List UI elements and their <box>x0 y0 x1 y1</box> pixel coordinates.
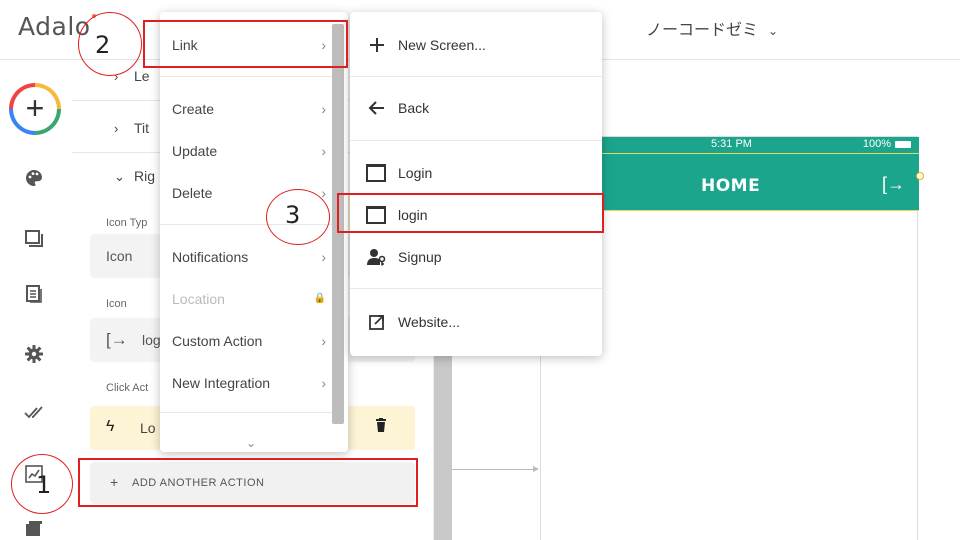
icon-label: Icon <box>106 298 127 310</box>
lightning-icon: ϟ <box>106 418 115 435</box>
database-icon[interactable] <box>24 284 44 304</box>
lock-icon: 🔒 <box>313 293 326 304</box>
icon-value: log <box>142 332 161 348</box>
project-selector[interactable]: ノーコードゼミ ⌄ <box>646 16 778 40</box>
menu-item-new-screen[interactable]: New Screen... <box>366 34 596 56</box>
battery-percent: 100% <box>862 138 891 150</box>
menu-item-create[interactable]: Create › <box>172 101 334 117</box>
screen-icon <box>366 162 388 184</box>
menu-divider <box>350 140 602 141</box>
menu-item-label: Delete <box>172 185 213 201</box>
menu-item-screen-signup[interactable]: Signup <box>366 246 596 268</box>
menu-item-website[interactable]: Website... <box>366 311 596 333</box>
layers-icon[interactable] <box>24 518 44 538</box>
palette-icon[interactable] <box>24 168 44 188</box>
section-label: Rig <box>134 168 156 184</box>
menu-item-location: Location 🔒 <box>172 291 334 307</box>
annotation-box-2 <box>143 20 348 68</box>
section-label: Tit <box>134 120 150 136</box>
menu-item-label: Login <box>398 165 433 181</box>
menu-divider <box>160 412 334 413</box>
project-name: ノーコードゼミ <box>646 22 759 39</box>
link-connector-arrow <box>452 466 539 472</box>
menu-item-label: New Integration <box>172 375 271 391</box>
icon-type-value: Icon <box>106 248 133 264</box>
menu-item-label: Location <box>172 291 225 307</box>
trash-icon[interactable] <box>375 418 387 437</box>
section-right-icon[interactable]: ⌄ Rig <box>114 168 155 185</box>
status-time: 5:31 PM <box>711 138 752 150</box>
app-bar-title: HOME <box>701 176 761 196</box>
link-destination-menu: New Screen... Back Login login Signup We… <box>350 12 602 356</box>
menu-item-label: Notifications <box>172 249 249 265</box>
chevron-down-icon[interactable]: ⌄ <box>246 436 256 450</box>
chevron-right-icon: › <box>321 333 326 349</box>
section-label: Le <box>134 68 150 84</box>
user-key-icon <box>366 246 388 268</box>
battery-indicator: 100% <box>863 138 911 150</box>
click-actions-label: Click Act <box>106 382 149 394</box>
annotation-box-3 <box>337 193 604 233</box>
screens-icon[interactable] <box>24 228 44 248</box>
double-check-icon[interactable] <box>24 402 44 422</box>
plus-icon <box>366 34 388 56</box>
menu-item-label: Create <box>172 101 215 117</box>
menu-divider <box>350 76 602 77</box>
menu-item-label: Update <box>172 143 218 159</box>
annotation-number-1: 1 <box>36 471 52 499</box>
add-component-button[interactable]: + <box>9 83 61 135</box>
connection-handle[interactable] <box>916 172 924 180</box>
menu-divider <box>350 288 602 289</box>
icon-type-label: Icon Typ <box>106 217 148 229</box>
chevron-right-icon: › <box>114 121 119 136</box>
menu-item-notifications[interactable]: Notifications › <box>172 249 334 265</box>
chevron-down-icon: ⌄ <box>114 169 125 184</box>
plus-icon: + <box>13 87 57 131</box>
action-label: Lo <box>140 420 156 436</box>
annotation-box-1 <box>78 458 418 507</box>
menu-divider <box>160 76 334 77</box>
section-title[interactable]: › Tit <box>114 120 149 136</box>
menu-item-screen-login[interactable]: Login <box>366 162 596 184</box>
menu-item-label: New Screen... <box>398 37 486 53</box>
exit-icon: [→ <box>106 330 128 349</box>
menu-item-label: Website... <box>398 314 460 330</box>
menu-item-label: Signup <box>398 249 442 265</box>
annotation-number-3: 3 <box>285 201 301 229</box>
menu-item-label: Custom Action <box>172 333 263 349</box>
menu-item-new-integration[interactable]: New Integration › <box>172 375 334 391</box>
battery-icon <box>895 140 911 148</box>
chevron-right-icon: › <box>321 143 326 159</box>
adalo-editor: Adalo ノーコードゼミ ⌄ + › Le › Tit ⌄ Rig Icon … <box>0 0 960 540</box>
menu-item-label: Back <box>398 100 430 116</box>
gear-icon[interactable] <box>24 344 44 364</box>
arrow-left-icon <box>366 97 388 119</box>
annotation-number-2: 2 <box>95 31 111 59</box>
menu-item-back[interactable]: Back <box>366 97 596 119</box>
chevron-right-icon: › <box>321 375 326 391</box>
chevron-right-icon: › <box>321 249 326 265</box>
external-link-icon <box>366 311 388 333</box>
menu-item-custom-action[interactable]: Custom Action › <box>172 333 334 349</box>
menu-item-update[interactable]: Update › <box>172 143 334 159</box>
chevron-right-icon: › <box>321 101 326 117</box>
exit-icon[interactable]: [→ <box>882 174 905 195</box>
chevron-down-icon: ⌄ <box>768 24 779 38</box>
